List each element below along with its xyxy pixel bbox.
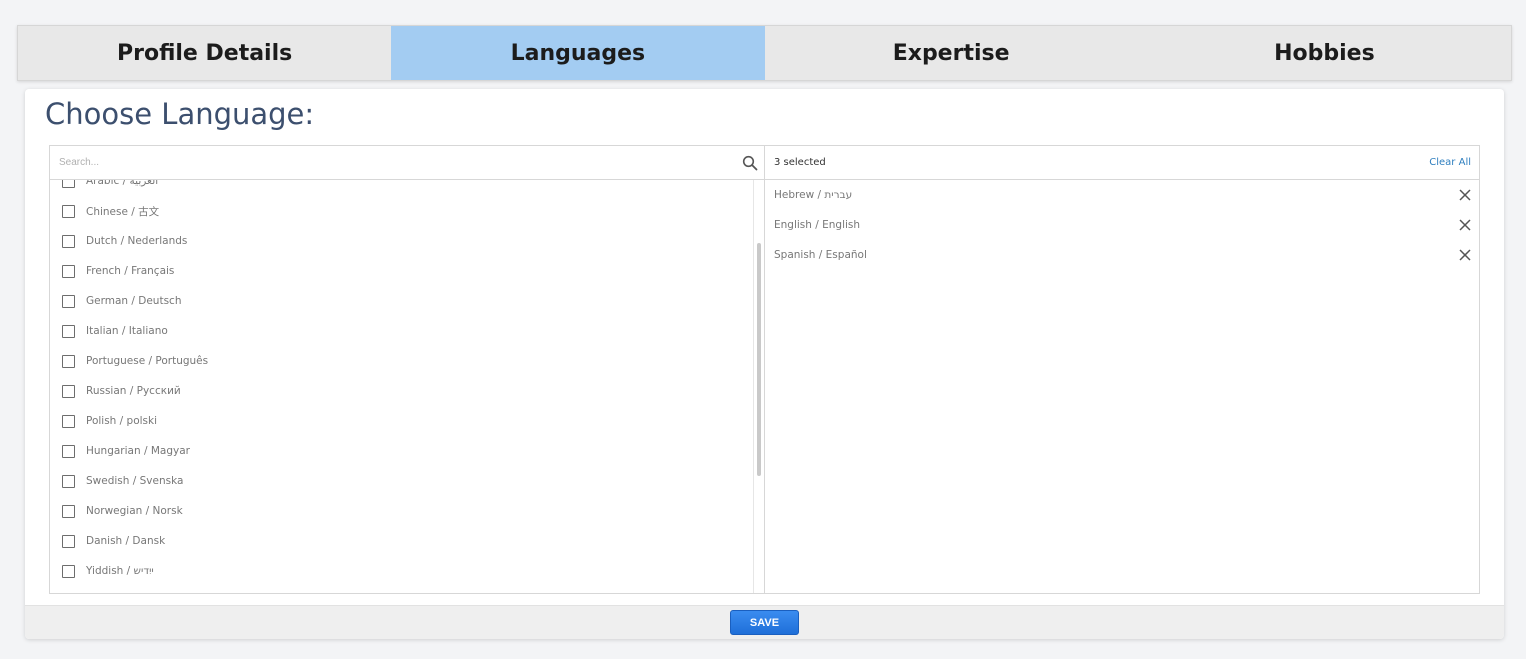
- available-pane: Arabic / العربية Chinese / 古文 Dutch / Nede…: [50, 146, 765, 593]
- selected-language-label: English / English: [774, 219, 861, 231]
- tab-hobbies[interactable]: Hobbies: [1138, 26, 1511, 80]
- language-option[interactable]: Dutch / Nederlands: [50, 226, 764, 256]
- language-option[interactable]: Hungarian / Magyar: [50, 436, 764, 466]
- tab-bar: Profile Details Languages Expertise Hobb…: [17, 25, 1512, 81]
- language-checkbox[interactable]: [62, 444, 75, 458]
- selected-pane: 3 selected Clear All Hebrew / עברית Engli…: [765, 146, 1479, 593]
- page-title: Choose Language:: [45, 97, 315, 131]
- language-option-label: Norwegian / Norsk: [86, 505, 183, 517]
- selected-language-label: Hebrew / עברית: [774, 189, 853, 201]
- language-card: Choose Language: Arabic / العربية Chinese…: [25, 89, 1504, 639]
- language-checkbox[interactable]: [62, 234, 75, 248]
- selected-language-label: Spanish / Español: [774, 249, 867, 261]
- language-option-label: Dutch / Nederlands: [86, 235, 188, 247]
- language-option-label: French / Français: [86, 265, 175, 277]
- language-checkbox[interactable]: [62, 264, 75, 278]
- clear-all-link[interactable]: Clear All: [1429, 157, 1471, 168]
- available-language-list: Arabic / العربية Chinese / 古文 Dutch / Nede…: [50, 180, 764, 593]
- language-option-label: Yiddish / ייִדיש: [86, 565, 154, 577]
- selected-language-list: Hebrew / עברית English / English Spanish /…: [765, 180, 1479, 270]
- language-option-label: Polish / polski: [86, 415, 158, 427]
- language-checkbox[interactable]: [62, 180, 75, 188]
- language-option[interactable]: Yiddish / ייִדיש: [50, 556, 764, 586]
- dual-list-selector: Arabic / العربية Chinese / 古文 Dutch / Nede…: [49, 145, 1480, 594]
- language-checkbox[interactable]: [62, 504, 75, 518]
- selected-language-item: English / English: [765, 210, 1479, 240]
- search-input[interactable]: [50, 146, 730, 179]
- language-option[interactable]: Arabic / العربية: [50, 180, 764, 196]
- language-option[interactable]: French / Français: [50, 256, 764, 286]
- selected-language-item: Hebrew / עברית: [765, 180, 1479, 210]
- language-checkbox[interactable]: [62, 564, 75, 578]
- selected-header: 3 selected Clear All: [765, 146, 1479, 180]
- language-option-label: Arabic / العربية: [86, 180, 159, 187]
- language-option[interactable]: Danish / Dansk: [50, 526, 764, 556]
- save-button[interactable]: SAVE: [730, 610, 799, 635]
- language-option[interactable]: Swedish / Svenska: [50, 466, 764, 496]
- close-icon[interactable]: [1458, 188, 1472, 202]
- language-checkbox[interactable]: [62, 534, 75, 548]
- footer-bar: SAVE: [25, 605, 1504, 639]
- language-checkbox[interactable]: [62, 474, 75, 488]
- language-option-label: Portuguese / Português: [86, 355, 209, 367]
- language-option-label: Italian / Italiano: [86, 325, 168, 337]
- language-option[interactable]: German / Deutsch: [50, 286, 764, 316]
- language-option[interactable]: Polish / polski: [50, 406, 764, 436]
- language-option[interactable]: Norwegian / Norsk: [50, 496, 764, 526]
- list-scrollbar[interactable]: [753, 180, 764, 593]
- language-option[interactable]: Portuguese / Português: [50, 346, 764, 376]
- language-option-label: Chinese / 古文: [86, 205, 160, 218]
- language-checkbox[interactable]: [62, 384, 75, 398]
- search-icon[interactable]: [742, 155, 758, 171]
- close-icon[interactable]: [1458, 218, 1472, 232]
- tab-languages[interactable]: Languages: [391, 26, 765, 80]
- language-option[interactable]: Italian / Italiano: [50, 316, 764, 346]
- language-checkbox[interactable]: [62, 324, 75, 338]
- language-option[interactable]: Chinese / 古文: [50, 196, 764, 226]
- close-icon[interactable]: [1458, 248, 1472, 262]
- language-checkbox[interactable]: [62, 354, 75, 368]
- language-option-label: Russian / Русский: [86, 385, 181, 397]
- language-checkbox[interactable]: [62, 294, 75, 308]
- language-checkbox[interactable]: [62, 204, 75, 218]
- language-option-label: Danish / Dansk: [86, 535, 166, 547]
- selected-language-item: Spanish / Español: [765, 240, 1479, 270]
- tab-expertise[interactable]: Expertise: [765, 26, 1138, 80]
- tab-profile-details[interactable]: Profile Details: [18, 26, 391, 80]
- search-bar: [50, 146, 764, 180]
- selected-count: 3 selected: [774, 157, 826, 168]
- language-checkbox[interactable]: [62, 414, 75, 428]
- language-option[interactable]: Russian / Русский: [50, 376, 764, 406]
- language-option-label: Swedish / Svenska: [86, 475, 184, 487]
- language-option-label: Hungarian / Magyar: [86, 445, 190, 457]
- scrollbar-thumb[interactable]: [757, 243, 761, 476]
- language-option-label: German / Deutsch: [86, 295, 182, 307]
